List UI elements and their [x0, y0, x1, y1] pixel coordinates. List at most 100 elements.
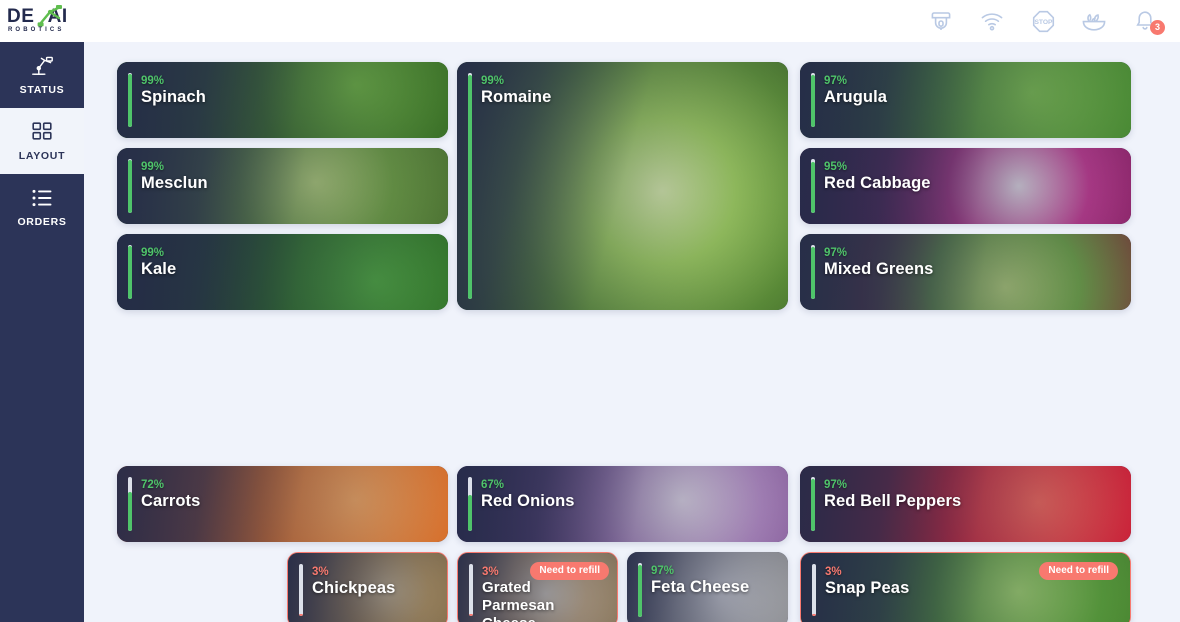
ingredient-info: 97% Feta Cheese [651, 564, 778, 597]
fill-percent: 72% [141, 479, 165, 491]
left-sidebar: STATUS LAYOUT ORDERS [0, 42, 84, 622]
ingredient-name: Carrots [141, 492, 201, 510]
app-root: DEXAI ROBOTICS [0, 0, 1180, 622]
ingredient-card-arugula[interactable]: 97% Arugula [800, 62, 1131, 138]
ingredient-name: Mesclun [141, 174, 208, 192]
ingredient-info: 67% Red Onions [481, 478, 778, 511]
fill-gauge-level [469, 614, 473, 616]
ingredient-name: Spinach [141, 88, 206, 106]
ingredient-card-red-cabbage[interactable]: 95% Red Cabbage [800, 148, 1131, 224]
fill-percent: 99% [481, 75, 505, 87]
ingredient-card-romaine[interactable]: 99% Romaine [457, 62, 788, 310]
brand-logo[interactable]: DEXAI ROBOTICS [0, 0, 84, 42]
fill-gauge-level [812, 614, 816, 616]
ingredient-info: 99% Kale [141, 246, 438, 279]
ingredient-card-grated-parmesan-cheese[interactable]: Need to refill 3% Grated Parmesan Cheese [457, 552, 618, 622]
sidebar-item-orders[interactable]: ORDERS [0, 174, 84, 240]
fill-gauge [128, 73, 132, 127]
fill-gauge [468, 73, 472, 299]
security-camera-icon[interactable] [928, 8, 954, 34]
fill-percent: 97% [824, 75, 848, 87]
ingredient-info: 97% Arugula [824, 74, 1121, 107]
sidebar-item-status[interactable]: STATUS [0, 42, 84, 108]
fill-gauge [812, 564, 816, 616]
sidebar-item-layout[interactable]: LAYOUT [0, 108, 84, 174]
fill-gauge-level [128, 73, 132, 127]
ingredient-name: Red Bell Peppers [824, 492, 962, 510]
fill-gauge-level [811, 74, 815, 127]
ingredient-card-mixed-greens[interactable]: 97% Mixed Greens [800, 234, 1131, 310]
ingredient-name: Grated Parmesan Cheese [482, 579, 555, 622]
ingredient-card-red-bell-peppers[interactable]: 97% Red Bell Peppers [800, 466, 1131, 542]
wifi-icon[interactable] [979, 8, 1005, 34]
top-header: DEXAI ROBOTICS [0, 0, 1180, 42]
ingredient-card-chickpeas[interactable]: 3% Chickpeas [287, 552, 448, 622]
ingredient-name: Feta Cheese [651, 578, 750, 596]
ingredient-info: 95% Red Cabbage [824, 160, 1121, 193]
fill-gauge-level [638, 564, 642, 617]
list-bullets-icon [30, 187, 54, 209]
sidebar-item-label: LAYOUT [18, 149, 66, 162]
fill-gauge [638, 563, 642, 617]
ingredient-info: 3% Chickpeas [312, 565, 437, 598]
fill-gauge [299, 564, 303, 616]
fill-gauge-level [811, 478, 815, 531]
ingredient-info: 97% Red Bell Peppers [824, 478, 1121, 511]
fill-percent: 99% [141, 161, 165, 173]
ingredient-card-snap-peas[interactable]: Need to refill 3% Snap Peas [800, 552, 1131, 622]
fill-gauge-level [468, 494, 472, 531]
ingredient-card-spinach[interactable]: 99% Spinach [117, 62, 448, 138]
ingredient-name: Chickpeas [312, 579, 396, 597]
ingredient-name: Red Cabbage [824, 174, 931, 192]
fill-gauge [468, 477, 472, 531]
fill-percent: 3% [482, 566, 499, 578]
robot-arm-icon [30, 55, 54, 77]
fill-percent: 3% [312, 566, 329, 578]
fill-gauge-level [128, 492, 132, 531]
ingredient-info: 72% Carrots [141, 478, 438, 511]
fill-gauge-level [811, 161, 815, 213]
fill-percent: 97% [824, 479, 848, 491]
ingredient-card-kale[interactable]: 99% Kale [117, 234, 448, 310]
fill-percent: 97% [824, 247, 848, 259]
ingredient-card-mesclun[interactable]: 99% Mesclun [117, 148, 448, 224]
ingredient-card-feta-cheese[interactable]: 97% Feta Cheese [627, 552, 788, 622]
ingredient-info: 99% Romaine [481, 74, 778, 107]
ingredient-name: Snap Peas [825, 579, 910, 597]
ingredient-name: Romaine [481, 88, 552, 106]
fill-gauge-level [299, 614, 303, 616]
fill-gauge-level [468, 75, 472, 299]
salad-bowl-icon[interactable] [1081, 8, 1107, 34]
ingredient-info: 3% Grated Parmesan Cheese [482, 565, 607, 622]
sidebar-item-label: ORDERS [17, 215, 67, 228]
ingredient-name: Arugula [824, 88, 888, 106]
fill-gauge-level [811, 246, 815, 299]
ingredient-name: Mixed Greens [824, 260, 934, 278]
stop-sign-icon[interactable]: STOP [1030, 8, 1056, 34]
ingredient-info: 99% Mesclun [141, 160, 438, 193]
fill-gauge [469, 564, 473, 616]
ingredient-card-carrots[interactable]: 72% Carrots [117, 466, 448, 542]
ingredient-layout-grid: 99% Spinach 99% Mesclun 99% Kale 99% Rom… [84, 42, 1180, 622]
fill-gauge [128, 477, 132, 531]
notification-bell-icon[interactable]: 3 [1132, 8, 1165, 35]
fill-gauge [811, 159, 815, 213]
fill-percent: 99% [141, 75, 165, 87]
fill-gauge-level [128, 159, 132, 213]
brand-subtitle: ROBOTICS [8, 27, 65, 33]
ingredient-name: Kale [141, 260, 177, 278]
fill-percent: 3% [825, 566, 842, 578]
notification-count-badge: 3 [1150, 20, 1165, 35]
fill-percent: 97% [651, 565, 675, 577]
ingredient-info: 97% Mixed Greens [824, 246, 1121, 279]
fill-percent: 95% [824, 161, 848, 173]
robot-arm-logo-icon [37, 5, 62, 27]
fill-percent: 99% [141, 247, 165, 259]
ingredient-info: 3% Snap Peas [825, 565, 1120, 598]
header-icon-group: STOP 3 [928, 0, 1180, 42]
sidebar-item-label: STATUS [19, 83, 65, 96]
fill-gauge [128, 245, 132, 299]
fill-gauge [811, 73, 815, 127]
ingredient-card-red-onions[interactable]: 67% Red Onions [457, 466, 788, 542]
ingredient-name: Red Onions [481, 492, 575, 510]
